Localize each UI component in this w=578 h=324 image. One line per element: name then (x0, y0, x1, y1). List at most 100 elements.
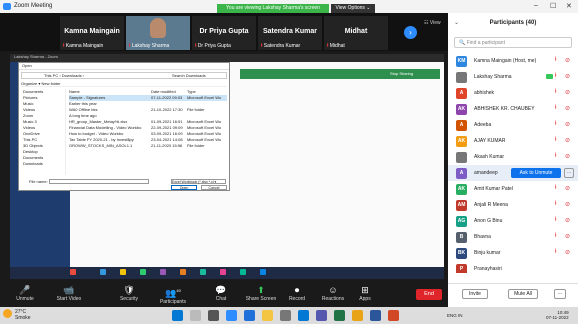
avatar: A (456, 120, 467, 131)
next-videos-arrow-icon[interactable]: › (404, 26, 417, 39)
video-tile[interactable]: Satendra Kumar ⱡ Satendra Kumar (258, 16, 322, 50)
clock[interactable]: 10:49 07-11-2022 (546, 310, 569, 320)
video-tile[interactable]: Kamna Maingain ⱡ Kamna Maingain (60, 16, 124, 50)
more-options-button[interactable]: ··· (564, 168, 574, 178)
apps-button[interactable]: ⊞ Apps (342, 285, 388, 302)
participant-name: Binju kumar (474, 250, 501, 256)
open-button[interactable]: Open (171, 185, 197, 190)
close-button[interactable]: ✕ (566, 2, 572, 10)
file-row[interactable]: GROWW_STOCKS_MIN_ASOL1.1 21-11-2020 15:56… (69, 143, 227, 149)
view-button[interactable]: ☷ View (424, 20, 441, 26)
participant-name: Pranayhasiri (474, 266, 502, 272)
avatar: B (456, 232, 467, 243)
participant-search-input[interactable]: 🔍 Find a participant (454, 37, 572, 48)
windows-taskbar: 27°C Smoke ENG IN 10:49 07-11-2022 (0, 307, 578, 324)
shared-taskbar-app-icon (160, 269, 166, 275)
participant-name: amandeep (474, 170, 498, 176)
people-icon: 👥40 (165, 288, 181, 298)
participants-button[interactable]: 👥40 Participants (150, 285, 196, 305)
settings-icon[interactable] (280, 310, 291, 321)
weather-widget[interactable]: 27°C Smoke (3, 309, 31, 321)
avatar: A (456, 88, 467, 99)
security-button[interactable]: 🛡 Security (106, 285, 152, 302)
ask-to-unmute-button[interactable]: Ask to Unmute (511, 168, 561, 178)
video-tile[interactable]: Midhat ⱡ Midhat (324, 16, 388, 50)
mute-all-button[interactable]: Mute All (508, 289, 538, 299)
participants-panel: ⌄ Participants (40) 🔍 Find a participant… (448, 13, 578, 307)
avatar: P (456, 264, 467, 273)
minimize-button[interactable]: – (534, 2, 538, 9)
filename-input[interactable] (49, 179, 149, 184)
cancel-button[interactable]: Cancel (201, 185, 227, 190)
start-video-button[interactable]: 📹 Start Video (46, 285, 92, 302)
participant-row[interactable]: B Bhavna ⱡ ⊘ (448, 229, 578, 245)
video-off-icon: ⊘ (565, 186, 571, 192)
participant-row[interactable]: AG Anon G Binu ⱡ ⊘ (448, 213, 578, 229)
video-tile-name: Midhat (344, 28, 368, 35)
invite-button[interactable]: Invite (462, 289, 488, 299)
dialog-file-list: Name Date modified Type Sample - Signature… (69, 89, 227, 175)
avatar: AG (456, 216, 467, 227)
avatar: AM (456, 200, 467, 211)
word-icon[interactable] (370, 310, 381, 321)
powerpoint-icon[interactable] (388, 310, 399, 321)
file-explorer-icon[interactable] (262, 310, 273, 321)
participant-row[interactable]: AM Anjali R Meena ⱡ ⊘ (448, 197, 578, 213)
taskbar-app-icon[interactable] (244, 310, 255, 321)
teams-icon[interactable] (316, 310, 327, 321)
start-icon[interactable] (172, 310, 183, 321)
muted-mic-icon: ⱡ (555, 137, 557, 143)
participant-row[interactable]: AK Amit Kumar Patel ⱡ ⊘ (448, 181, 578, 197)
video-tile-label: ⱡ Satendra Kumar (261, 43, 301, 49)
participant-row[interactable]: A Adeeba ⱡ ⊘ (448, 117, 578, 133)
system-tray[interactable]: ENG IN (447, 313, 463, 318)
participants-more-button[interactable]: ··· (554, 289, 566, 299)
video-tile-name: Dr Priya Gupta (199, 28, 249, 35)
video-off-icon: ⊘ (565, 74, 571, 80)
dialog-address-bar[interactable]: This PC › Downloads › Search Downloads (21, 72, 227, 79)
video-tile[interactable]: Dr Priya Gupta ⱡ Dr Priya Gupta (192, 16, 256, 50)
nav-item[interactable]: Downloads (21, 161, 65, 167)
participant-row[interactable]: AK ABHISHEK KR. CHAUBEY ⱡ ⊘ (448, 101, 578, 117)
video-off-icon: ⊘ (565, 218, 571, 224)
muted-mic-icon: ⱡ (555, 217, 557, 223)
muted-mic-icon: ⱡ (555, 121, 557, 127)
shield-icon: 🛡 (123, 285, 135, 295)
participants-count-badge: 40 (176, 288, 181, 293)
participant-row[interactable]: KM Kamna Maingain (Host, me) ⱡ ⊘ (448, 53, 578, 69)
dialog-search-box[interactable]: Search Downloads (172, 73, 206, 78)
task-view-icon[interactable] (208, 310, 219, 321)
zoom-app-icon[interactable] (226, 310, 237, 321)
video-off-icon: ⊘ (565, 58, 571, 64)
participant-row[interactable]: Lakshay Sharma ⱡ ⊘ (448, 69, 578, 85)
shared-taskbar-app-icon (220, 269, 226, 275)
shared-taskbar-app-icon (260, 269, 266, 275)
end-meeting-button[interactable]: End (416, 289, 442, 300)
participant-row[interactable]: P Pranayhasiri (448, 261, 578, 273)
participant-row[interactable]: Akash Kumar ⱡ ⊘ (448, 149, 578, 165)
shared-taskbar-app-icon (120, 269, 126, 275)
filetype-select[interactable]: Excel Workbook (*.xlsx *.xl ▾ (171, 179, 226, 184)
edge-browser-icon[interactable] (298, 310, 309, 321)
participant-name: ABHISHEK KR. CHAUBEY (474, 106, 535, 112)
participant-name: Lakshay Sharma (474, 74, 512, 80)
participant-row[interactable]: A abhishek ⱡ ⊘ (448, 85, 578, 101)
search-icon[interactable] (190, 310, 201, 321)
sun-icon (3, 309, 12, 318)
participant-row-hovered[interactable]: A amandeep Ask to Unmute ··· (448, 165, 578, 181)
chrome-icon[interactable] (352, 310, 363, 321)
video-off-icon: ⊘ (565, 138, 571, 144)
unmute-button[interactable]: 🎤 Unmute (2, 285, 48, 302)
dialog-footer: File name: Excel Workbook (*.xlsx *.xl ▾… (21, 177, 227, 191)
maximize-button[interactable]: ☐ (550, 2, 556, 10)
date: 07-11-2022 (546, 315, 569, 320)
dialog-toolbar[interactable]: Organize ▾ New folder (21, 81, 227, 87)
video-tile-active[interactable]: ⱡ Lakshay Sharma (126, 16, 190, 50)
excel-icon[interactable] (334, 310, 345, 321)
weather-condition: Smoke (15, 315, 31, 321)
participant-row[interactable]: AK AJAY KUMAR ⱡ ⊘ (448, 133, 578, 149)
muted-mic-icon: ⱡ (555, 201, 557, 207)
participant-row[interactable]: BK Binju kumar ⱡ ⊘ (448, 245, 578, 261)
participant-name: Anon G Binu (474, 218, 503, 224)
view-options-button[interactable]: View Options ⌄ (331, 4, 375, 13)
